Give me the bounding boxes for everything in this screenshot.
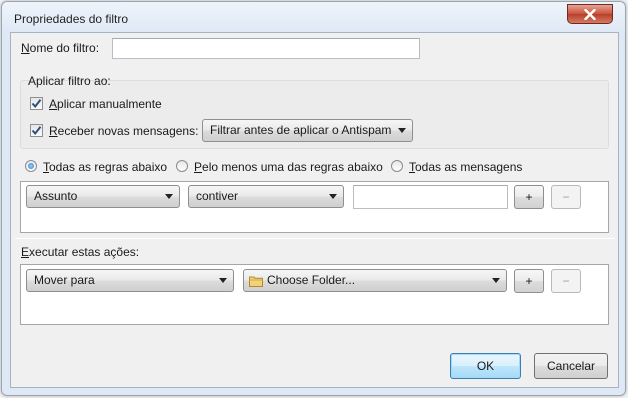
dialog-body: Nome do filtro: Aplicar filtro ao: Aplic… [10, 32, 619, 388]
remove-action-button[interactable]: − [551, 269, 581, 293]
close-icon [584, 8, 596, 20]
filter-name-label: Nome do filtro: [21, 41, 100, 55]
action-type-select[interactable]: Mover para [26, 269, 234, 292]
chevron-down-icon [219, 278, 227, 283]
rule-operator-value: contiver [196, 189, 239, 203]
radio-any-rule-label[interactable]: Pelo menos uma das regras abaixo [194, 160, 383, 174]
manual-checkbox[interactable] [30, 97, 43, 110]
apply-filter-legend: Aplicar filtro ao: [28, 74, 111, 88]
title-bar: Propriedades do filtro [2, 2, 625, 30]
cancel-button[interactable]: Cancelar [534, 353, 608, 379]
filter-properties-dialog: Propriedades do filtro Nome do filtro: A… [1, 1, 626, 396]
radio-all-messages[interactable] [391, 160, 403, 172]
radio-selected-dot [28, 163, 34, 169]
receive-label[interactable]: Receber novas mensagens: [49, 124, 198, 138]
actions-list[interactable]: Mover para Choose Folder... + − [20, 264, 609, 325]
folder-picker[interactable]: Choose Folder... [243, 269, 507, 292]
radio-all-messages-label[interactable]: Todas as mensagens [409, 160, 522, 174]
add-action-button[interactable]: + [514, 269, 544, 293]
receive-checkbox[interactable] [30, 124, 43, 137]
chevron-down-icon [165, 194, 173, 199]
chevron-down-icon [492, 278, 500, 283]
folder-picker-value: Choose Folder... [267, 273, 356, 287]
action-type-value: Mover para [34, 273, 95, 287]
window-title: Propriedades do filtro [14, 12, 129, 26]
add-rule-button[interactable]: + [514, 185, 544, 209]
radio-all-rules-label[interactable]: Todas as regras abaixo [43, 160, 167, 174]
rule-operator-select[interactable]: contiver [188, 185, 344, 208]
rule-value-input[interactable] [353, 185, 508, 209]
remove-rule-button[interactable]: − [551, 185, 581, 209]
checkmark-icon [31, 126, 42, 136]
radio-all-rules[interactable] [25, 160, 37, 172]
close-button[interactable] [567, 4, 613, 24]
manual-label[interactable]: Aplicar manualmente [49, 97, 162, 111]
chevron-down-icon [329, 194, 337, 199]
actions-label: Executar estas ações: [21, 245, 140, 259]
checkmark-icon [31, 99, 42, 109]
timing-select[interactable]: Filtrar antes de aplicar o Antispam [202, 119, 413, 142]
folder-icon [249, 276, 263, 287]
ok-button[interactable]: OK [450, 353, 521, 379]
rules-list[interactable]: Assunto contiver + − [20, 181, 609, 233]
rule-field-value: Assunto [34, 189, 78, 203]
filter-name-input[interactable] [112, 38, 420, 59]
timing-select-value: Filtrar antes de aplicar o Antispam [210, 123, 392, 137]
rule-field-select[interactable]: Assunto [26, 185, 180, 208]
section-divider [15, 238, 615, 239]
radio-any-rule[interactable] [176, 160, 188, 172]
chevron-down-icon [398, 128, 406, 133]
